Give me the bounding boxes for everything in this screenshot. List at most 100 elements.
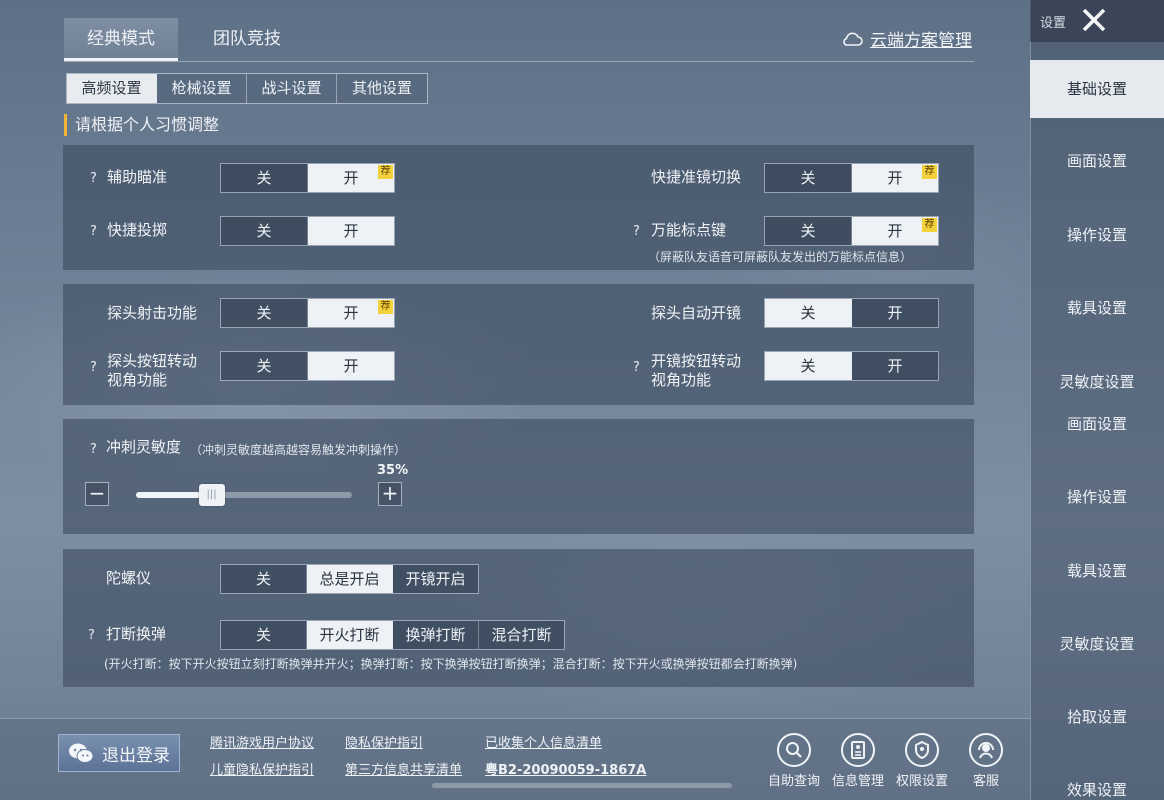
scope-rotate-off[interactable]: 关 xyxy=(765,352,852,380)
help-icon[interactable]: ? xyxy=(90,442,97,457)
license-number[interactable]: 粤B2-20090059-1867A xyxy=(485,759,646,778)
sprint-decrease-button[interactable]: − xyxy=(85,482,109,506)
gyro-option-off[interactable]: 关 xyxy=(221,565,307,593)
self-query-button[interactable]: 自助查询 xyxy=(764,733,824,789)
search-icon xyxy=(777,733,811,767)
sidebar-item-effects[interactable]: 效果设置 xyxy=(1030,779,1164,800)
sidebar-item-controls-2[interactable]: 操作设置 xyxy=(1030,486,1164,507)
tab-classic-mode[interactable]: 经典模式 xyxy=(64,18,178,61)
peek-fire-on-label: 开 xyxy=(343,304,359,322)
recommended-badge: 荐 xyxy=(378,165,393,179)
link-child-privacy[interactable]: 儿童隐私保护指引 xyxy=(210,759,314,778)
info-manage-button[interactable]: 信息管理 xyxy=(828,733,888,789)
mode-tab-bar: 经典模式 团队竞技 云端方案管理 xyxy=(64,18,974,62)
universal-mark-off[interactable]: 关 xyxy=(765,217,852,245)
recommended-badge: 荐 xyxy=(922,165,937,179)
interrupt-reload-selector: 关 开火打断 换弹打断 混合打断 xyxy=(220,620,565,650)
sidebar-item-sensitivity[interactable]: 灵敏度设置 xyxy=(1030,371,1164,392)
sidebar-item-graphics-2[interactable]: 画面设置 xyxy=(1030,413,1164,434)
peek-auto-scope-on[interactable]: 开 xyxy=(852,299,938,327)
permission-button[interactable]: 权限设置 xyxy=(892,733,952,789)
panel-sprint xyxy=(63,419,974,534)
permission-label: 权限设置 xyxy=(895,774,948,789)
horizontal-scroll-indicator[interactable] xyxy=(432,783,732,788)
cloud-plan-label: 云端方案管理 xyxy=(870,31,972,51)
help-icon[interactable]: ? xyxy=(633,360,640,375)
peek-rotate-on[interactable]: 开 xyxy=(308,352,394,380)
aim-assist-toggle: 关 开荐 xyxy=(220,163,395,193)
scope-rotate-label-line2: 视角功能 xyxy=(651,371,712,389)
wechat-icon xyxy=(69,743,94,763)
scope-rotate-label-line1: 开镜按钮转动 xyxy=(651,352,742,370)
peek-fire-off[interactable]: 关 xyxy=(221,299,308,327)
reload-option-reload[interactable]: 换弹打断 xyxy=(393,621,479,649)
aim-assist-off[interactable]: 关 xyxy=(221,164,308,192)
scope-rotate-toggle: 关 开 xyxy=(764,351,939,381)
aim-assist-on[interactable]: 开荐 xyxy=(308,164,394,192)
quick-scope-label: 快捷准镜切换 xyxy=(651,168,742,186)
reload-option-off[interactable]: 关 xyxy=(221,621,307,649)
universal-mark-on[interactable]: 开荐 xyxy=(852,217,938,245)
tab-weapon[interactable]: 枪械设置 xyxy=(157,74,247,103)
link-user-agreement[interactable]: 腾讯游戏用户协议 xyxy=(210,732,314,751)
quick-throw-on[interactable]: 开 xyxy=(308,217,394,245)
close-button[interactable] xyxy=(1078,4,1110,36)
peek-fire-label: 探头射击功能 xyxy=(107,304,198,322)
logout-button[interactable]: 退出登录 xyxy=(58,734,180,772)
universal-mark-note: （屏蔽队友语音可屏蔽队友发出的万能标点信息） xyxy=(648,250,913,264)
gyro-option-scope[interactable]: 开镜开启 xyxy=(393,565,478,593)
sprint-slider-thumb[interactable] xyxy=(198,484,225,506)
sidebar-item-pickup[interactable]: 拾取设置 xyxy=(1030,706,1164,727)
sidebar-item-basic[interactable]: 基础设置 xyxy=(1030,60,1164,118)
sprint-sensitivity-note: （冲刺灵敏度越高越容易触发冲刺操作） xyxy=(190,443,407,457)
scope-rotate-on[interactable]: 开 xyxy=(852,352,938,380)
sidebar-item-vehicle[interactable]: 载具设置 xyxy=(1030,297,1164,318)
tab-combat[interactable]: 战斗设置 xyxy=(247,74,337,103)
help-icon[interactable]: ? xyxy=(633,224,640,239)
settings-sidebar xyxy=(1030,0,1164,800)
peek-rotate-off[interactable]: 关 xyxy=(221,352,308,380)
quick-scope-on-label: 开 xyxy=(887,169,903,187)
reload-option-mixed[interactable]: 混合打断 xyxy=(479,621,564,649)
quick-scope-on[interactable]: 开荐 xyxy=(852,164,938,192)
peek-auto-scope-off[interactable]: 关 xyxy=(765,299,852,327)
quick-scope-off[interactable]: 关 xyxy=(765,164,852,192)
peek-auto-scope-toggle: 关 开 xyxy=(764,298,939,328)
sidebar-item-controls[interactable]: 操作设置 xyxy=(1030,224,1164,245)
tab-other[interactable]: 其他设置 xyxy=(337,74,427,103)
customer-service-label: 客服 xyxy=(972,774,999,789)
sprint-slider-track[interactable] xyxy=(136,492,352,498)
cloud-plan-link[interactable]: 云端方案管理 xyxy=(840,26,972,51)
sprint-sensitivity-label: 冲刺灵敏度 xyxy=(106,438,182,456)
gyro-option-always[interactable]: 总是开启 xyxy=(307,565,393,593)
peek-auto-scope-label: 探头自动开镜 xyxy=(651,304,742,322)
sprint-increase-button[interactable]: + xyxy=(378,482,402,506)
aim-assist-label: 辅助瞄准 xyxy=(107,168,168,186)
cloud-icon xyxy=(843,32,863,46)
sprint-value: 35% xyxy=(377,463,409,478)
sidebar-item-sensitivity-2[interactable]: 灵敏度设置 xyxy=(1030,633,1164,654)
link-collected-info[interactable]: 已收集个人信息清单 xyxy=(485,732,602,751)
interrupt-reload-note: (开火打断：按下开火按钮立刻打断换弹并开火；换弹打断：按下换弹按钮打断换弹；混合… xyxy=(104,657,798,671)
sidebar-item-graphics[interactable]: 画面设置 xyxy=(1030,150,1164,171)
link-third-party[interactable]: 第三方信息共享清单 xyxy=(345,759,462,778)
link-privacy-guide[interactable]: 隐私保护指引 xyxy=(345,732,423,751)
tab-team-deathmatch[interactable]: 团队竞技 xyxy=(190,18,304,61)
quick-throw-off[interactable]: 关 xyxy=(221,217,308,245)
reload-option-fire[interactable]: 开火打断 xyxy=(307,621,393,649)
tab-high-frequency[interactable]: 高频设置 xyxy=(67,74,157,103)
help-icon[interactable]: ? xyxy=(90,360,97,375)
recommended-badge: 荐 xyxy=(922,218,937,232)
interrupt-reload-label: 打断换弹 xyxy=(106,625,167,643)
peek-rotate-label-line1: 探头按钮转动 xyxy=(107,352,198,370)
sidebar-item-vehicle-2[interactable]: 载具设置 xyxy=(1030,560,1164,581)
info-manage-label: 信息管理 xyxy=(831,774,884,789)
sub-tab-bar: 高频设置 枪械设置 战斗设置 其他设置 xyxy=(66,73,428,104)
customer-service-button[interactable]: 客服 xyxy=(956,733,1016,789)
help-icon[interactable]: ? xyxy=(88,628,95,643)
peek-fire-on[interactable]: 开荐 xyxy=(308,299,394,327)
help-icon[interactable]: ? xyxy=(90,224,97,239)
sidebar-title: 设置 xyxy=(1040,16,1067,31)
help-icon[interactable]: ? xyxy=(90,171,97,186)
quick-throw-toggle: 关 开 xyxy=(220,216,395,246)
